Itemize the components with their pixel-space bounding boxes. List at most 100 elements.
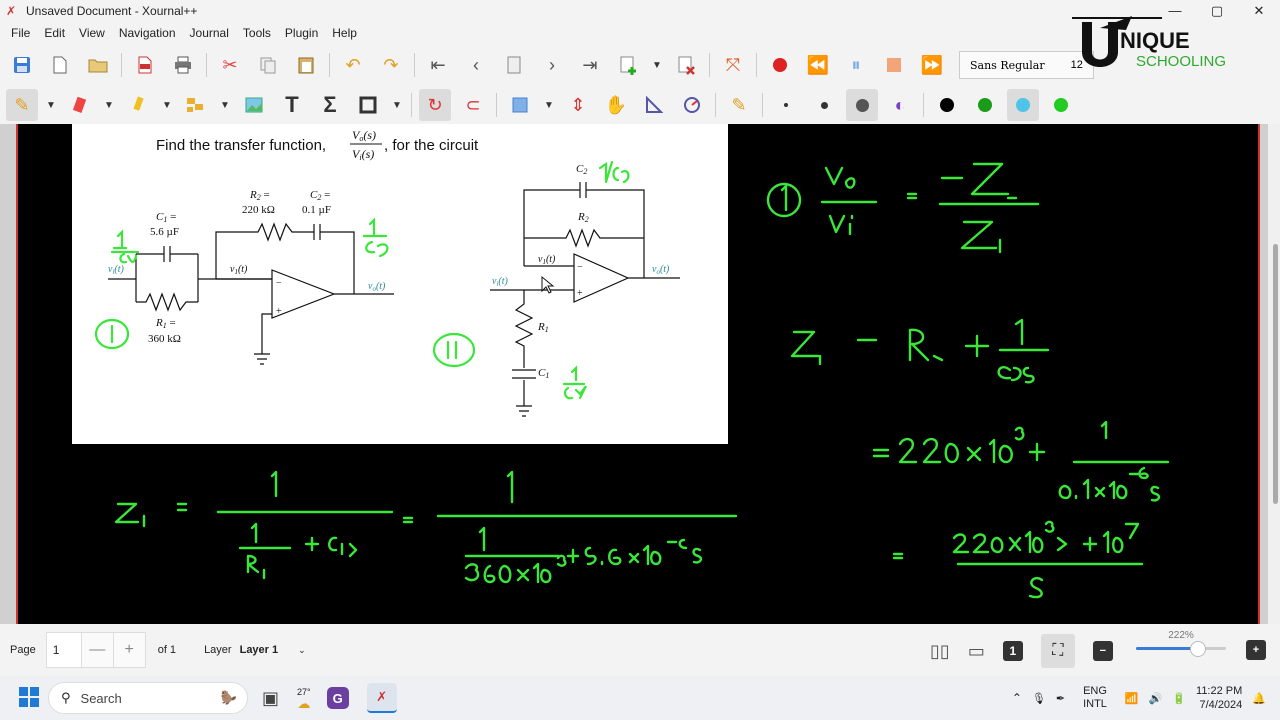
search-highlight-icon: 🦫 xyxy=(220,690,237,705)
pause-icon[interactable]: ⏸ xyxy=(840,49,872,81)
color-black-swatch[interactable] xyxy=(931,89,963,121)
chevron-down-icon[interactable]: ▼ xyxy=(390,89,404,121)
setsquare-icon[interactable] xyxy=(638,89,670,121)
menu-journal[interactable]: Journal xyxy=(183,26,236,40)
menu-tools[interactable]: Tools xyxy=(236,26,278,40)
scrollbar-thumb[interactable] xyxy=(1273,244,1278,504)
paste-icon[interactable] xyxy=(290,49,322,81)
vertical-scrollbar[interactable] xyxy=(1268,124,1280,624)
wifi-icon[interactable]: 📶 xyxy=(1125,692,1139,705)
two-page-view-icon[interactable]: ▯▯ xyxy=(930,641,950,662)
chevron-down-icon[interactable]: ⌄ xyxy=(298,645,306,656)
zoom-fit-icon[interactable]: ⛶ xyxy=(1040,634,1075,668)
microphone-icon[interactable]: 🎙 xyxy=(1032,692,1046,705)
taskbar-search[interactable]: ⚲ Search 🦫 xyxy=(48,682,248,714)
redo-icon[interactable]: ↷ xyxy=(375,49,407,81)
zoom-slider-handle[interactable] xyxy=(1190,641,1206,657)
pen-icon[interactable]: ✎ xyxy=(6,89,38,121)
menu-help[interactable]: Help xyxy=(325,26,364,40)
battery-icon[interactable]: 🔋 xyxy=(1172,692,1186,705)
zoom-out-icon[interactable]: − xyxy=(1092,641,1113,661)
chevron-down-icon[interactable]: ▼ xyxy=(44,89,58,121)
thick-size-icon[interactable] xyxy=(846,89,878,121)
select-region-icon[interactable] xyxy=(180,89,212,121)
last-page-icon[interactable]: ⇥ xyxy=(574,49,606,81)
shape-recognizer-icon[interactable]: ↻ xyxy=(419,89,451,121)
snap-magnet-icon[interactable]: ⊂ xyxy=(457,89,489,121)
latex-icon[interactable]: Σ xyxy=(314,89,346,121)
previous-page-icon[interactable]: ‹ xyxy=(460,49,492,81)
pen-menu-icon[interactable]: ✒ xyxy=(1056,692,1065,705)
presentation-view-icon[interactable]: ▭ xyxy=(968,641,985,662)
cut-icon[interactable]: ✂ xyxy=(214,49,246,81)
zoom-100-icon[interactable]: 1 xyxy=(1002,641,1023,661)
export-pdf-icon[interactable] xyxy=(129,49,161,81)
menu-view[interactable]: View xyxy=(72,26,112,40)
logo-text-top: NIQUE xyxy=(1120,28,1190,53)
delete-page-icon[interactable] xyxy=(670,49,702,81)
thin-size-icon[interactable] xyxy=(770,89,802,121)
zoom-in-icon[interactable]: + xyxy=(1246,640,1266,660)
toolbar-separator xyxy=(206,53,207,77)
color-green-swatch[interactable] xyxy=(969,89,1001,121)
page-decrement-button[interactable]: — xyxy=(81,632,114,668)
drawing-canvas[interactable]: Find the transfer function, Vo(s) Vi(s) … xyxy=(16,124,1260,624)
save-icon[interactable] xyxy=(6,49,38,81)
next-page-icon[interactable]: › xyxy=(536,49,568,81)
logo-text-bottom: SCHOOLING xyxy=(1136,53,1226,70)
page-increment-button[interactable]: + xyxy=(113,632,146,668)
chevron-down-icon[interactable]: ▼ xyxy=(542,89,556,121)
shape-icon[interactable] xyxy=(352,89,384,121)
undo-icon[interactable]: ↶ xyxy=(337,49,369,81)
fill-icon[interactable] xyxy=(504,89,536,121)
custom-color-icon[interactable]: ◐ xyxy=(884,89,916,121)
language-indicator[interactable]: ENG INTL xyxy=(1083,685,1107,711)
page-number-input[interactable]: 1 xyxy=(45,632,82,668)
rewind-icon[interactable]: ⏪ xyxy=(802,49,834,81)
tools-toolbar: ✎ ▼ ▼ ▼ ▼ T Σ ▼ ↻ ⊂ ▼ ⇕ ✋ ✎ ◐ xyxy=(0,86,1280,124)
stop-icon[interactable] xyxy=(878,49,910,81)
chevron-up-icon[interactable]: ⌃ xyxy=(1012,691,1022,705)
menu-plugin[interactable]: Plugin xyxy=(278,26,325,40)
color-lightblue-swatch[interactable] xyxy=(1007,89,1039,121)
weather-widget[interactable]: 27° ☁ xyxy=(297,687,311,710)
chevron-down-icon[interactable]: ▼ xyxy=(160,89,174,121)
chevron-down-icon[interactable]: ▼ xyxy=(102,89,116,121)
chevron-down-icon[interactable]: ▼ xyxy=(650,49,664,81)
app-icon-xournal[interactable]: ✗ xyxy=(366,683,397,713)
insert-page-icon[interactable] xyxy=(612,49,644,81)
fast-forward-icon[interactable]: ⏩ xyxy=(916,49,948,81)
eraser-icon[interactable] xyxy=(64,89,96,121)
unique-schooling-logo: NIQUE SCHOOLING xyxy=(1072,16,1226,70)
windows-start-icon[interactable] xyxy=(18,686,40,711)
zoom-slider[interactable]: 222% xyxy=(1136,630,1226,657)
hand-icon[interactable]: ✋ xyxy=(600,89,632,121)
vertical-space-icon[interactable]: ⇕ xyxy=(562,89,594,121)
image-icon[interactable] xyxy=(238,89,270,121)
tool-settings-icon[interactable]: ✎ xyxy=(723,89,755,121)
first-page-icon[interactable]: ⇤ xyxy=(422,49,454,81)
color-lime-swatch[interactable] xyxy=(1045,89,1077,121)
volume-icon[interactable]: 🔊 xyxy=(1149,692,1163,705)
app-icon-pdf[interactable]: G xyxy=(326,687,349,709)
copy-icon[interactable] xyxy=(252,49,284,81)
medium-size-icon[interactable] xyxy=(808,89,840,121)
chevron-down-icon[interactable]: ▼ xyxy=(218,89,232,121)
compass-icon[interactable] xyxy=(676,89,708,121)
goto-page-icon[interactable] xyxy=(498,49,530,81)
layer-label: Layer xyxy=(204,644,232,656)
menu-navigation[interactable]: Navigation xyxy=(112,26,183,40)
open-folder-icon[interactable] xyxy=(82,49,114,81)
fullscreen-icon[interactable]: ⤧ xyxy=(717,49,749,81)
record-icon[interactable] xyxy=(764,49,796,81)
text-icon[interactable]: T xyxy=(276,89,308,121)
menu-file[interactable]: File xyxy=(4,26,37,40)
new-document-icon[interactable] xyxy=(44,49,76,81)
print-icon[interactable] xyxy=(167,49,199,81)
layer-selector[interactable]: Layer 1 xyxy=(240,644,279,656)
highlighter-icon[interactable] xyxy=(122,89,154,121)
task-view-icon[interactable]: ▣ xyxy=(262,688,279,709)
notification-icon[interactable]: 🔔 xyxy=(1252,692,1266,705)
clock[interactable]: 11:22 PM 7/4/2024 xyxy=(1196,684,1242,712)
menu-edit[interactable]: Edit xyxy=(37,26,72,40)
